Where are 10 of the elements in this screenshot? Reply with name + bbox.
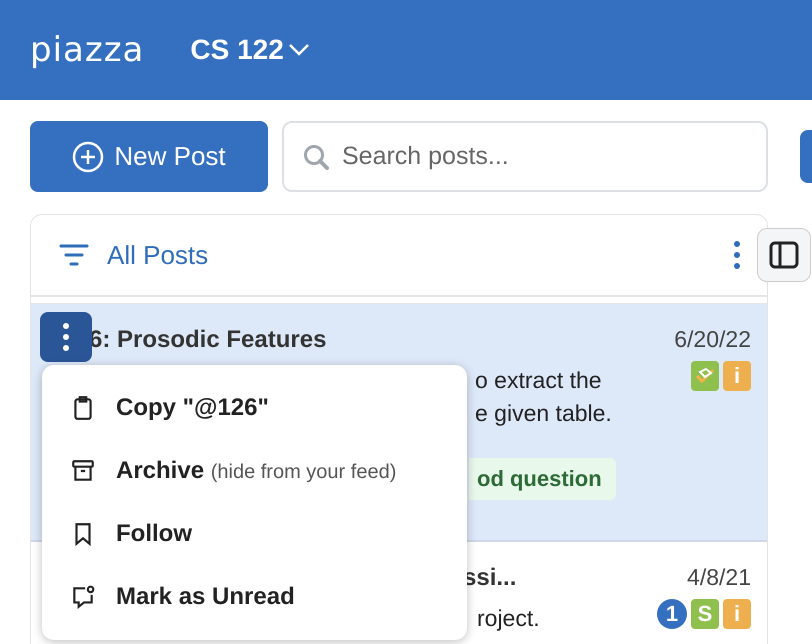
instructor-badge: i xyxy=(723,599,751,629)
post-date: 4/8/21 xyxy=(687,564,751,591)
student-badge: S xyxy=(691,599,719,629)
post-snippet: o extract the xyxy=(475,366,603,395)
instructor-badge: i xyxy=(723,361,751,391)
post-date: 6/20/22 xyxy=(674,326,751,353)
post-snippet: e given table. xyxy=(475,399,613,428)
post-snippet: roject. xyxy=(477,604,541,633)
post-tag: od question xyxy=(469,458,616,500)
reply-count-badge: 1 xyxy=(657,599,687,629)
